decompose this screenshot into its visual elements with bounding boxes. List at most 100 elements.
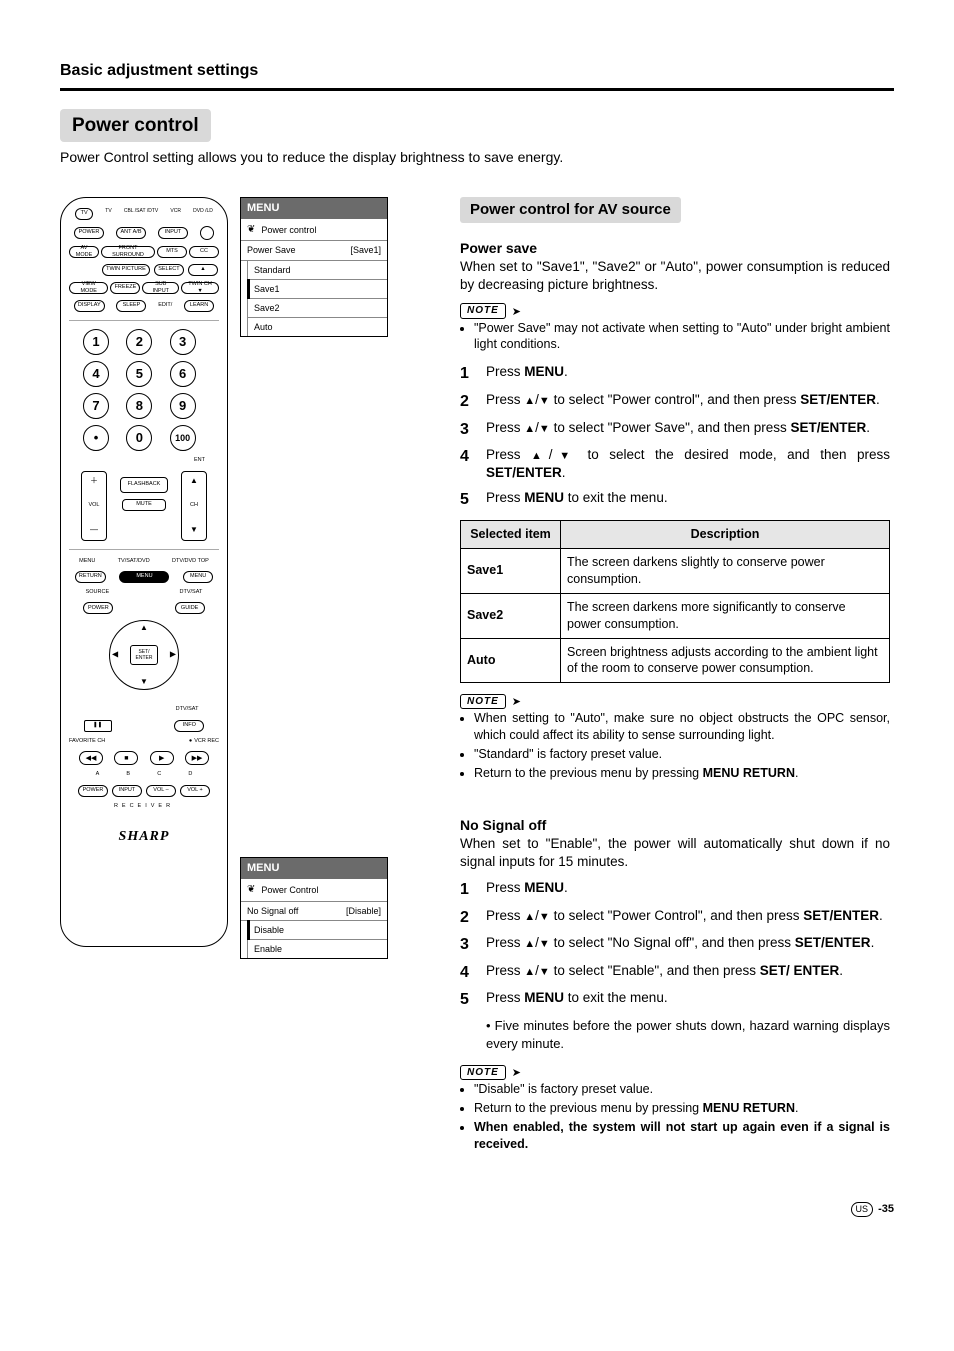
vol-ch-area: ＋VOL— FLASHBACK MUTE ▲CH▼ <box>69 471 219 541</box>
step: 4Press ▲/▼ to select "Enable", and then … <box>460 962 890 984</box>
transport-row: ◀◀ ■ ▶ ▶▶ <box>69 751 219 765</box>
remote-row: AV MODE FRONT SURROUND MTS CC <box>69 246 219 258</box>
num-0[interactable]: 0 <box>126 425 152 451</box>
table-row: AutoScreen brightness adjusts according … <box>461 638 890 683</box>
note-list: When setting to "Auto", make sure no obj… <box>460 710 890 782</box>
subinput-button[interactable]: SUB INPUT <box>142 282 179 294</box>
page-footer: US -35 <box>60 1202 894 1217</box>
rew-button[interactable]: ◀◀ <box>79 751 103 765</box>
osd-header: MENU <box>241 198 387 219</box>
remote-row: DISPLAY SLEEP EDIT/ LEARN <box>69 300 219 312</box>
remote-row: TWIN PICTURE SELECT ▲ <box>69 264 219 276</box>
step: 2Press ▲/▼ to select "Power control", an… <box>460 391 890 413</box>
num-1[interactable]: 1 <box>83 329 109 355</box>
note-item: "Disable" is factory preset value. <box>474 1081 890 1098</box>
num-7[interactable]: 7 <box>83 393 109 419</box>
note-list: "Power Save" may not activate when setti… <box>460 320 890 354</box>
surround-button[interactable]: FRONT SURROUND <box>101 246 155 258</box>
note-list: "Disable" is factory preset value. Return… <box>460 1081 890 1153</box>
menu-button-2[interactable]: MENU <box>183 571 213 583</box>
osd-setting: Power Save [Save1] <box>241 241 387 260</box>
guide-button[interactable]: GUIDE <box>175 602 205 614</box>
num-9[interactable]: 9 <box>170 393 196 419</box>
ent-label: ENT <box>69 457 219 464</box>
cc-button[interactable]: CC <box>189 246 219 258</box>
no-signal-intro: When set to "Enable", the power will aut… <box>460 835 890 871</box>
receiver-row: POWER INPUT VOL – VOL + <box>69 785 219 797</box>
menu-labels: MENU TV/SAT/DVD DTV/DVD TOP <box>69 558 219 565</box>
num-100[interactable]: 100 <box>170 425 196 451</box>
osd-menu-power-save: MENU ❦ Power control Power Save [Save1] … <box>240 197 388 337</box>
osd-option: Enable <box>247 940 387 958</box>
display-button[interactable]: DISPLAY <box>74 300 105 312</box>
info-button[interactable]: INFO <box>174 720 204 732</box>
note-item: "Standard" is factory preset value. <box>474 746 890 763</box>
num-6[interactable]: 6 <box>170 361 196 387</box>
power-save-intro: When set to "Save1", "Save2" or "Auto", … <box>460 258 890 294</box>
step: 4Press ▲/▼ to select the desired mode, a… <box>460 446 890 482</box>
channel-rocker[interactable]: ▲CH▼ <box>181 471 207 541</box>
num-4[interactable]: 4 <box>83 361 109 387</box>
osd-option: Standard <box>247 261 387 280</box>
steps-list: 1Press MENU.2Press ▲/▼ to select "Power … <box>460 363 890 510</box>
num-5[interactable]: 5 <box>126 361 152 387</box>
num-2[interactable]: 2 <box>126 329 152 355</box>
num-dot[interactable]: • <box>83 425 109 451</box>
page-number: -35 <box>878 1203 894 1215</box>
stop-button[interactable]: ■ <box>114 751 138 765</box>
flashback-button[interactable]: FLASHBACK <box>120 477 168 493</box>
table-row: Save1The screen darkens slightly to cons… <box>461 549 890 594</box>
light-button[interactable] <box>200 226 214 240</box>
note-label: NOTE <box>460 694 506 710</box>
dpad[interactable]: ▲▼ ◀▶ SET/ ENTER <box>69 620 219 700</box>
return-button[interactable]: RETURN <box>75 571 106 583</box>
set-enter-button[interactable]: SET/ ENTER <box>130 645 158 665</box>
receiver-label: RECEIVER <box>69 803 219 810</box>
leaf-icon: ❦ <box>247 883 255 897</box>
receiver-vol-up[interactable]: VOL + <box>180 785 210 797</box>
viewmode-button[interactable]: VIEW MODE <box>69 282 108 294</box>
osd-header: MENU <box>241 858 387 879</box>
osd-setting: No Signal off [Disable] <box>241 902 387 921</box>
twin-button[interactable]: TWIN PICTURE <box>102 264 150 276</box>
num-8[interactable]: 8 <box>126 393 152 419</box>
steps-list: 1Press MENU.2Press ▲/▼ to select "Power … <box>460 879 890 1052</box>
down-button[interactable]: TWIN CH ▼ <box>181 282 219 294</box>
remote-mode-labels: TV TV CBL /SAT /DTV VCR DVD /LD <box>69 208 219 220</box>
intro-text: Power Control setting allows you to redu… <box>60 148 894 167</box>
osd-option: Save2 <box>247 299 387 318</box>
select-button[interactable]: SELECT <box>154 264 184 276</box>
learn-button[interactable]: LEARN <box>184 300 214 312</box>
freeze-button[interactable]: FREEZE <box>110 282 140 294</box>
osd-option: Auto <box>247 318 387 336</box>
ff-button[interactable]: ▶▶ <box>185 751 209 765</box>
input-button[interactable]: INPUT <box>158 227 188 239</box>
power-button[interactable]: POWER <box>74 227 104 239</box>
region-badge: US <box>851 1202 874 1216</box>
receiver-vol-down[interactable]: VOL – <box>146 785 176 797</box>
table-header: Selected item <box>461 521 561 549</box>
play-button[interactable]: ▶ <box>150 751 174 765</box>
osd-option: Save1 <box>247 280 387 299</box>
receiver-input[interactable]: INPUT <box>112 785 142 797</box>
mute-button[interactable]: MUTE <box>122 499 166 511</box>
description-table: Selected item Description Save1The scree… <box>460 520 890 683</box>
note-label: NOTE <box>460 303 506 319</box>
sleep-button[interactable]: SLEEP <box>116 300 146 312</box>
up-button[interactable]: ▲ <box>188 264 218 276</box>
pause-button[interactable]: ❚❚ <box>84 720 112 732</box>
mts-button[interactable]: MTS <box>157 246 187 258</box>
remote-numpad: 1 2 3 4 5 6 7 8 9 • 0 100 <box>69 329 219 451</box>
no-signal-heading: No Signal off <box>460 816 890 835</box>
ant-button[interactable]: ANT A/B <box>116 227 146 239</box>
volume-rocker[interactable]: ＋VOL— <box>81 471 107 541</box>
num-3[interactable]: 3 <box>170 329 196 355</box>
osd-title: ❦ Power control <box>241 219 387 242</box>
menu-button[interactable]: MENU <box>119 571 169 583</box>
table-header: Description <box>561 521 890 549</box>
avmode-button[interactable]: AV MODE <box>69 246 99 258</box>
note-item: Return to the previous menu by pressing … <box>474 1100 890 1117</box>
receiver-power[interactable]: POWER <box>78 785 108 797</box>
power-button-2[interactable]: POWER <box>83 602 113 614</box>
section-header: Basic adjustment settings <box>60 60 894 82</box>
